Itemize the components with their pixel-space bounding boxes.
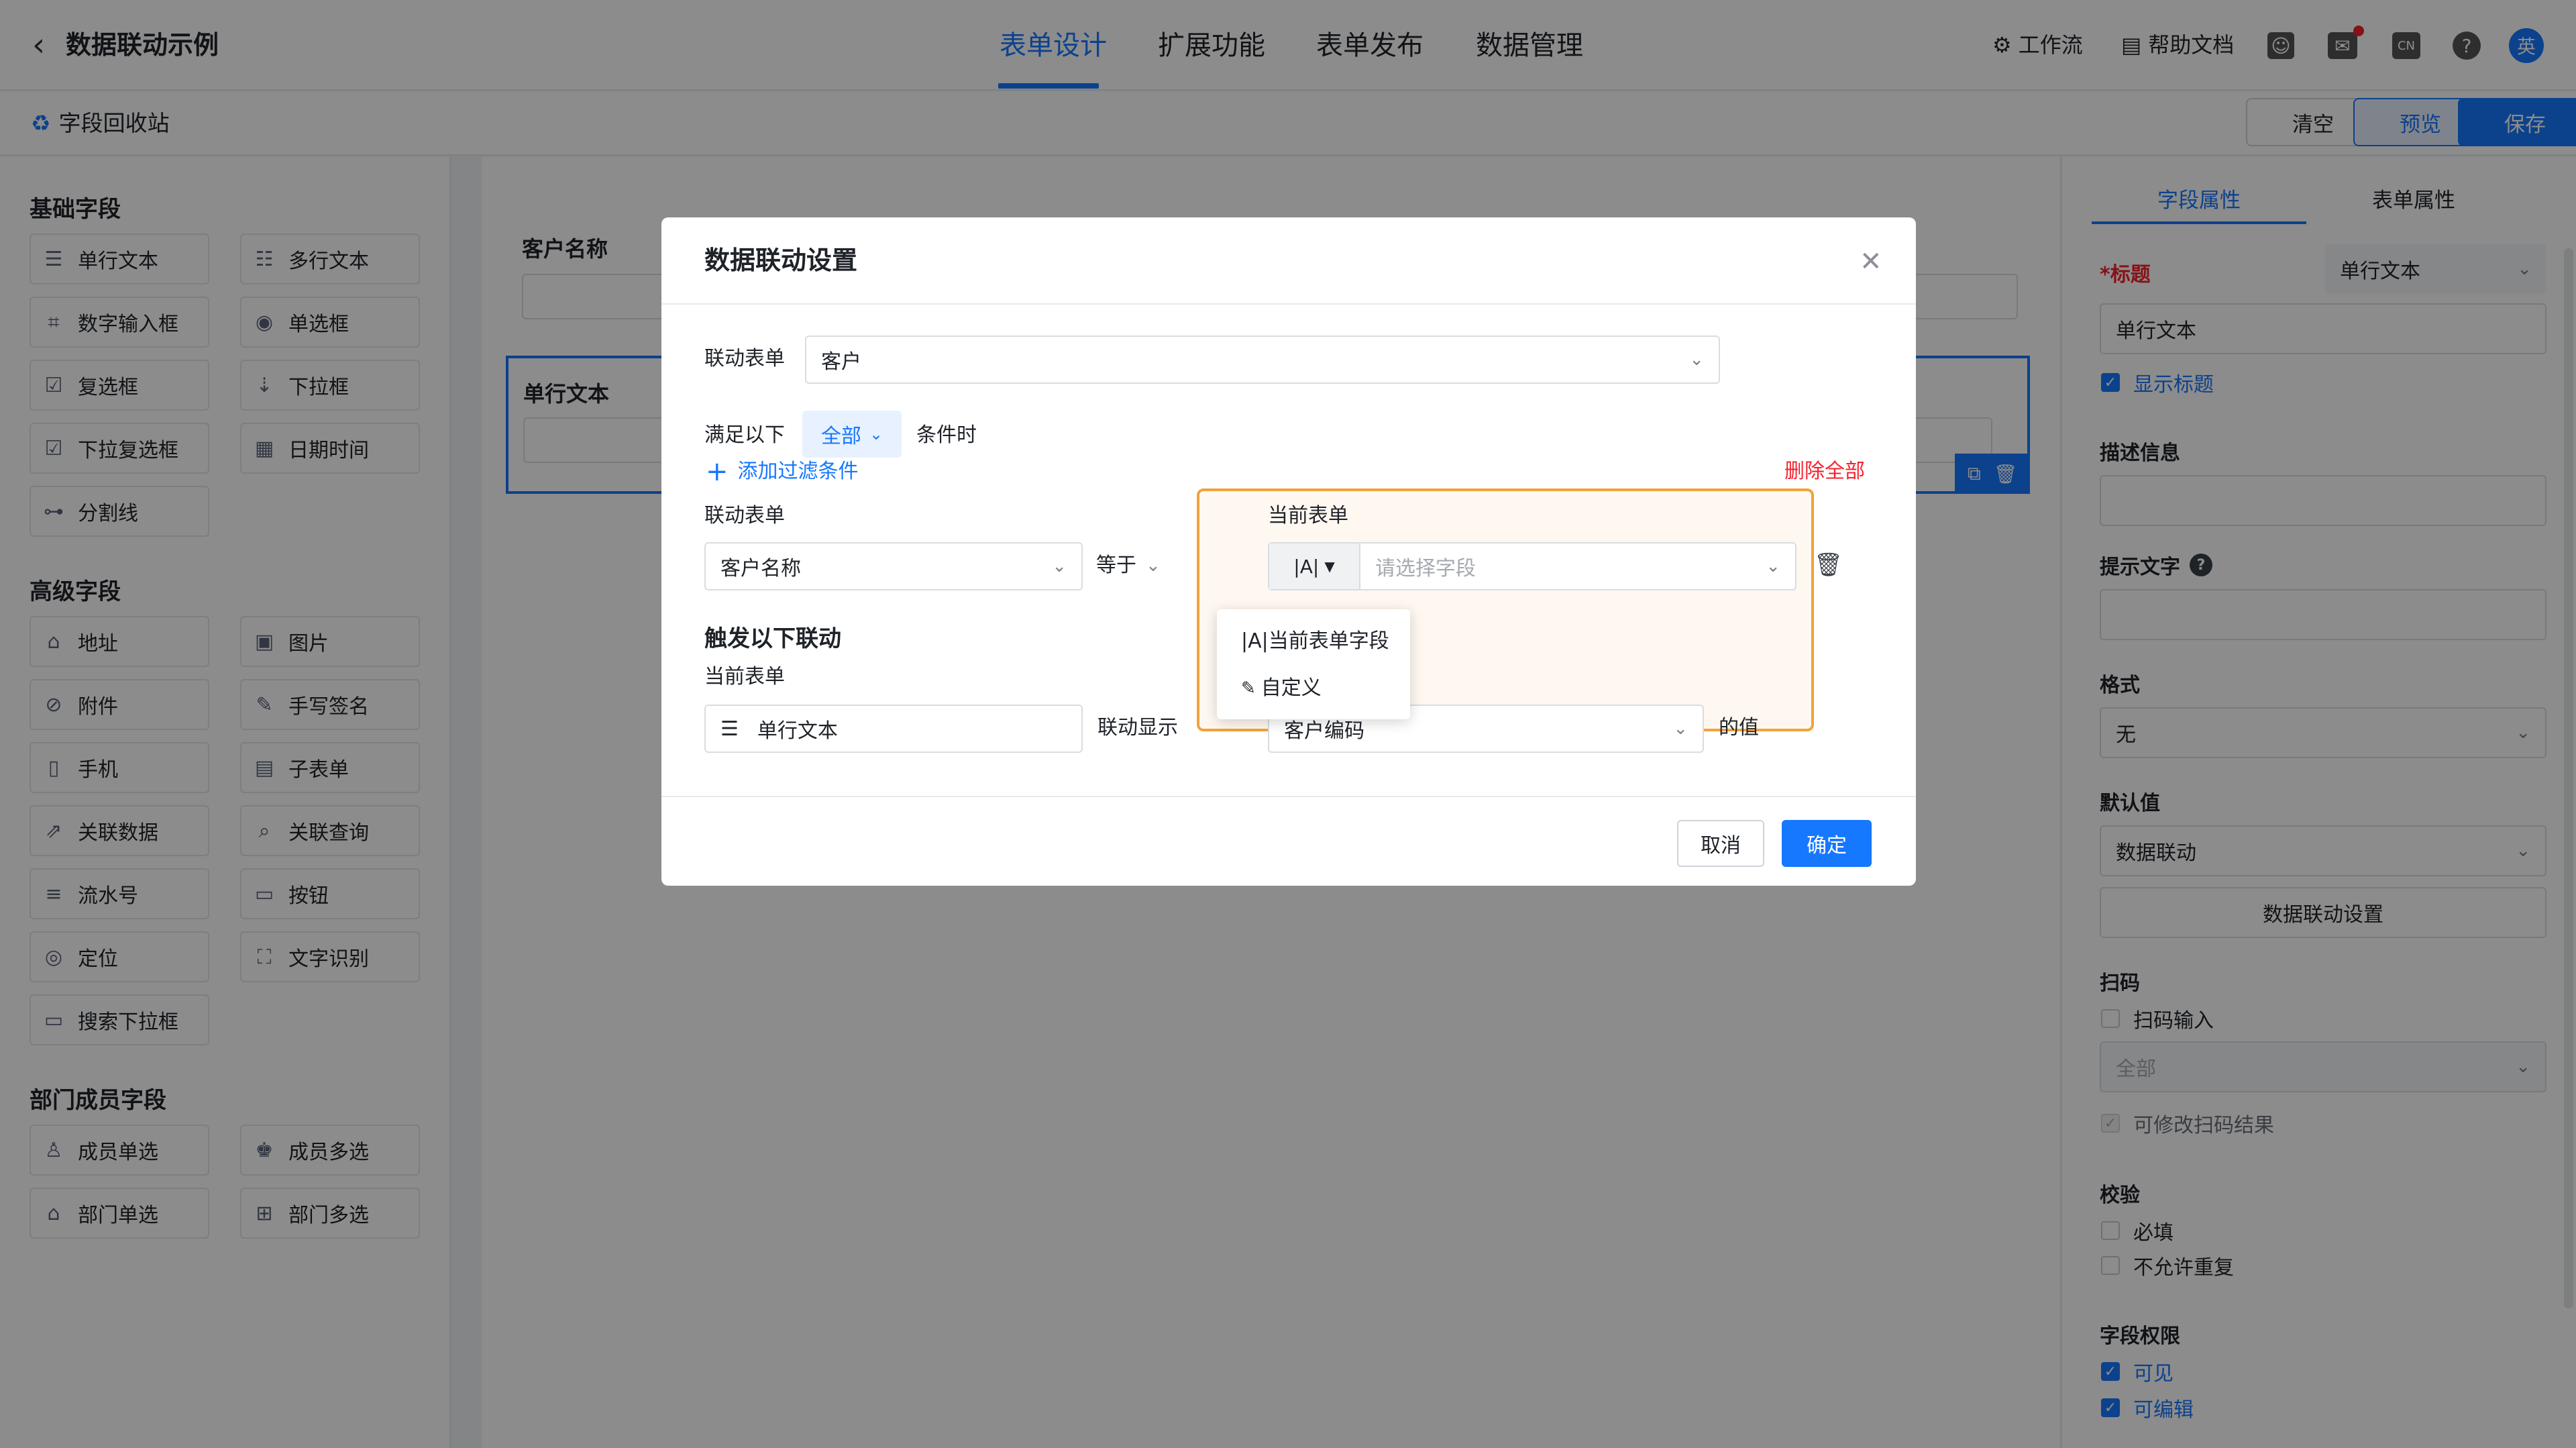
modal-header-divider <box>661 303 1916 305</box>
trigger-title: 触发以下联动 <box>704 625 841 652</box>
trigger-current-form-label: 当前表单 <box>704 665 785 688</box>
chevron-down-icon: ⌄ <box>1673 719 1688 739</box>
trigger-current-field[interactable]: ☰ 单行文本 <box>704 705 1083 753</box>
chevron-down-icon: ⌄ <box>1766 556 1780 576</box>
add-filter-button[interactable]: + 添加过滤条件 <box>706 458 859 486</box>
dropdown-option-current-field[interactable]: |A|当前表单字段 <box>1241 627 1389 656</box>
dropdown-option-current-field-label: |A|当前表单字段 <box>1241 629 1389 653</box>
condition-link-field-select[interactable]: 客户名称 ⌄ <box>704 542 1083 590</box>
chevron-down-icon: ⌄ <box>1689 350 1704 370</box>
condition-match-select[interactable]: 全部 ⌄ <box>802 411 902 458</box>
condition-match-value: 全部 <box>820 425 861 448</box>
condition-current-form-label: 当前表单 <box>1268 504 1348 527</box>
single-line-text-icon: ☰ <box>720 717 739 741</box>
trigger-current-field-value: 单行文本 <box>757 719 838 743</box>
trigger-action-label: 联动显示 <box>1097 716 1178 739</box>
chevron-down-icon: ⌄ <box>869 425 883 444</box>
link-form-value: 客户 <box>821 350 861 374</box>
condition-operator-value: 等于 <box>1096 554 1136 577</box>
modal-title: 数据联动设置 <box>704 246 858 275</box>
value-mode-select[interactable]: |A| ▼ <box>1269 544 1360 589</box>
add-filter-label: 添加过滤条件 <box>737 460 859 483</box>
close-icon[interactable]: ✕ <box>1860 248 1882 275</box>
chevron-down-icon: ⌄ <box>1052 556 1067 576</box>
condition-link-form-label: 联动表单 <box>704 504 785 527</box>
link-form-select[interactable]: 客户 ⌄ <box>805 335 1720 384</box>
cancel-button[interactable]: 取消 <box>1677 820 1764 867</box>
trigger-suffix: 的值 <box>1719 716 1759 739</box>
delete-all-button[interactable]: 删除全部 <box>1784 458 1865 486</box>
link-form-label: 联动表单 <box>704 347 785 370</box>
condition-current-field-group: |A| ▼ 请选择字段 ⌄ <box>1268 542 1796 590</box>
dropdown-option-custom[interactable]: ✎ 自定义 <box>1241 674 1322 703</box>
caret-down-icon: ▼ <box>1324 558 1335 574</box>
chevron-down-icon: ⌄ <box>1146 556 1161 576</box>
current-field-placeholder: 请选择字段 <box>1375 557 1476 580</box>
modal-footer-divider <box>661 796 1916 797</box>
condition-suffix: 条件时 <box>916 423 977 447</box>
condition-operator-select[interactable]: 等于 ⌄ <box>1096 552 1161 580</box>
current-field-select[interactable]: 请选择字段 ⌄ <box>1360 552 1795 581</box>
delete-condition-icon[interactable]: 🗑 <box>1814 552 1843 578</box>
condition-link-field-value: 客户名称 <box>720 557 801 580</box>
confirm-button[interactable]: 确定 <box>1782 820 1872 867</box>
edit-icon: ✎ <box>1241 678 1256 699</box>
value-mode-value: |A| <box>1293 555 1320 578</box>
meet-label: 满足以下 <box>704 423 785 447</box>
plus-icon: + <box>706 456 729 487</box>
dropdown-option-custom-label: 自定义 <box>1260 676 1322 700</box>
